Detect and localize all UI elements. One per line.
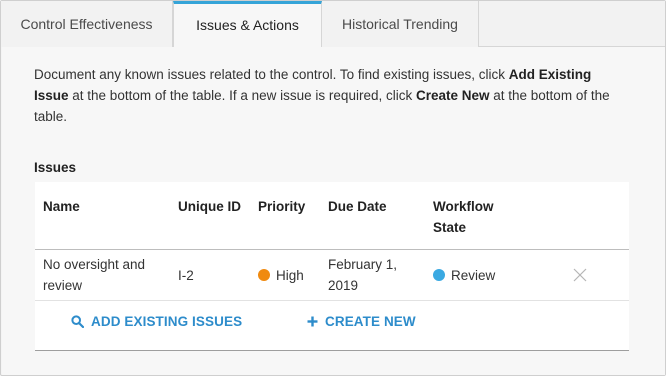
priority-label: High [276,268,304,283]
cell-line: 2019 [328,278,359,293]
plus-icon [307,316,318,327]
column-header-name[interactable]: Name [43,196,80,217]
add-existing-issues-label: ADD EXISTING ISSUES [91,314,243,329]
tab-label: Historical Trending [342,16,458,32]
table-row[interactable]: No oversight and review I-2 High Februar… [35,250,629,301]
workflow-state-label: Review [451,268,496,283]
cell-name[interactable]: No oversight and review [43,254,145,296]
workflow-state-dot-icon [433,269,445,281]
desc-text: Document any known issues related to the… [34,67,509,82]
tab-issues-actions[interactable]: Issues & Actions [173,1,322,48]
create-new-label: CREATE NEW [325,314,416,329]
panel-frame: Control Effectiveness Issues & Actions H… [0,0,666,376]
issues-section-title: Issues [34,160,77,175]
table-footer: ADD EXISTING ISSUES CREATE NEW [35,301,629,351]
tab-label: Control Effectiveness [20,16,153,32]
cell-due-date: February 1, 2019 [328,254,397,296]
tab-content: Document any known issues related to the… [2,47,665,375]
cell-line: No oversight and [43,257,146,272]
column-header-line: State [433,220,467,235]
column-header-priority[interactable]: Priority [258,196,305,217]
column-header-workflow-state[interactable]: Workflow State [433,196,494,238]
instructions-text: Document any known issues related to the… [34,64,624,127]
tab-label: Issues & Actions [196,17,299,33]
close-icon[interactable] [572,267,588,283]
add-existing-issues-button[interactable]: ADD EXISTING ISSUES [71,314,242,329]
cell-line: review [43,278,83,293]
create-new-button[interactable]: CREATE NEW [307,314,416,329]
cell-line: February 1, [328,257,398,272]
column-header-line: Workflow [433,199,494,214]
priority-high-dot-icon [258,269,270,281]
column-header-due-date[interactable]: Due Date [328,196,387,217]
column-header-unique-id[interactable]: Unique ID [178,196,241,217]
tab-control-effectiveness[interactable]: Control Effectiveness [1,1,173,47]
cell-priority: High [258,265,304,286]
tab-historical-trending[interactable]: Historical Trending [322,1,479,47]
search-icon [71,315,84,328]
tab-bar: Control Effectiveness Issues & Actions H… [1,1,665,48]
desc-bold-create-new: Create New [415,88,490,103]
desc-text: at the bottom of the table. If a new iss… [68,88,416,103]
cell-unique-id: I-2 [178,268,194,283]
issues-table: Name Unique ID Priority Due Date Workflo… [35,182,629,351]
table-header: Name Unique ID Priority Due Date Workflo… [35,182,629,250]
cell-workflow-state: Review [433,265,495,286]
